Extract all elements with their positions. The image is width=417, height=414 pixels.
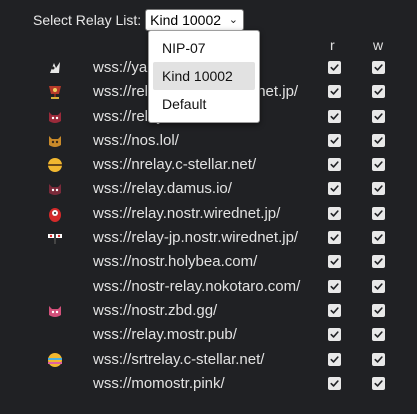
relay-list-dropdown: NIP-07 Kind 10002 Default	[148, 30, 260, 123]
relay-row: wss://nostr-relay.nokotaro.com/	[0, 275, 417, 299]
flag-icon	[46, 229, 64, 247]
relay-list-select[interactable]: Kind 10002 ⌄	[145, 9, 245, 31]
relay-url: wss://nostr-relay.nokotaro.com/	[93, 277, 301, 295]
read-checkbox[interactable]	[328, 231, 341, 245]
relay-url: wss://relay-jp.nostr.wirednet.jp/	[93, 229, 299, 247]
relay-url: wss://srtrelay.c-stellar.net/	[93, 350, 265, 368]
write-checkbox[interactable]	[372, 85, 385, 99]
write-checkbox[interactable]	[372, 206, 385, 220]
damus-cat-icon	[46, 180, 64, 198]
chevron-down-icon: ⌄	[228, 14, 239, 26]
relay-url: wss://relay.mostr.pub/	[93, 326, 237, 344]
write-checkbox[interactable]	[372, 61, 385, 74]
read-checkbox[interactable]	[328, 206, 341, 220]
write-checkbox[interactable]	[372, 133, 385, 147]
relay-row: wss://relay.nostr.wirednet.jp/	[0, 202, 417, 226]
red-cat-icon	[46, 108, 64, 126]
relay-list-option[interactable]: Default	[153, 90, 255, 118]
write-checkbox[interactable]	[372, 182, 385, 196]
write-checkbox[interactable]	[372, 376, 385, 390]
relay-url: wss://nostr.holybea.com/	[93, 253, 258, 271]
relay-url: wss://momostr.pink/	[93, 374, 225, 392]
relay-row: wss://srtrelay.c-stellar.net/	[0, 348, 417, 372]
orange-cat-icon	[46, 132, 64, 150]
read-checkbox[interactable]	[328, 158, 341, 172]
relay-row: wss://momostr.pink/	[0, 372, 417, 396]
yabu-icon	[46, 59, 64, 77]
relay-url: wss://nos.lol/	[93, 131, 179, 149]
relay-row: wss://relay.damus.io/	[0, 177, 417, 201]
relay-url: wss://nostr.zbd.gg/	[93, 301, 218, 319]
relay-url: wss://nrelay.c-stellar.net/	[93, 156, 257, 174]
read-checkbox[interactable]	[328, 279, 341, 293]
read-checkbox[interactable]	[328, 182, 341, 196]
write-checkbox[interactable]	[372, 255, 385, 269]
read-checkbox[interactable]	[328, 303, 341, 317]
striped-orb-icon	[46, 351, 64, 369]
read-checkbox[interactable]	[328, 85, 341, 99]
relay-row: wss://nostr.holybea.com/	[0, 250, 417, 274]
relay-url: wss://relay.damus.io/	[93, 180, 232, 198]
relay-row: wss://nostr.zbd.gg/	[0, 299, 417, 323]
relay-row: wss://relay-jp.nostr.wirednet.jp/	[0, 226, 417, 250]
column-header-read: r	[330, 37, 335, 53]
relay-row: wss://relay.mostr.pub/	[0, 323, 417, 347]
read-checkbox[interactable]	[328, 133, 341, 147]
cup-icon	[46, 83, 64, 101]
relay-url: wss://relay.nostr.wirednet.jp/	[93, 204, 281, 222]
pink-cat-icon	[46, 302, 64, 320]
read-checkbox[interactable]	[328, 376, 341, 390]
yellow-orb-icon	[46, 156, 64, 174]
read-checkbox[interactable]	[328, 61, 341, 74]
relay-list-selector: Select Relay List: Kind 10002 ⌄	[33, 9, 245, 31]
relay-row: wss://nrelay.c-stellar.net/	[0, 153, 417, 177]
read-checkbox[interactable]	[328, 255, 341, 269]
read-checkbox[interactable]	[328, 352, 341, 366]
write-checkbox[interactable]	[372, 109, 385, 123]
relay-row: wss://nos.lol/	[0, 129, 417, 153]
select-relay-list-label: Select Relay List:	[33, 12, 142, 28]
write-checkbox[interactable]	[372, 158, 385, 172]
relay-list-option[interactable]: Kind 10002	[153, 62, 255, 90]
write-checkbox[interactable]	[372, 352, 385, 366]
read-checkbox[interactable]	[328, 109, 341, 123]
write-checkbox[interactable]	[372, 279, 385, 293]
column-header-write: w	[373, 37, 384, 53]
write-checkbox[interactable]	[372, 328, 385, 342]
read-checkbox[interactable]	[328, 328, 341, 342]
daruma-icon	[46, 205, 64, 223]
write-checkbox[interactable]	[372, 231, 385, 245]
relay-list-selected-value: Kind 10002	[150, 12, 222, 28]
write-checkbox[interactable]	[372, 303, 385, 317]
relay-list-option[interactable]: NIP-07	[153, 34, 255, 62]
